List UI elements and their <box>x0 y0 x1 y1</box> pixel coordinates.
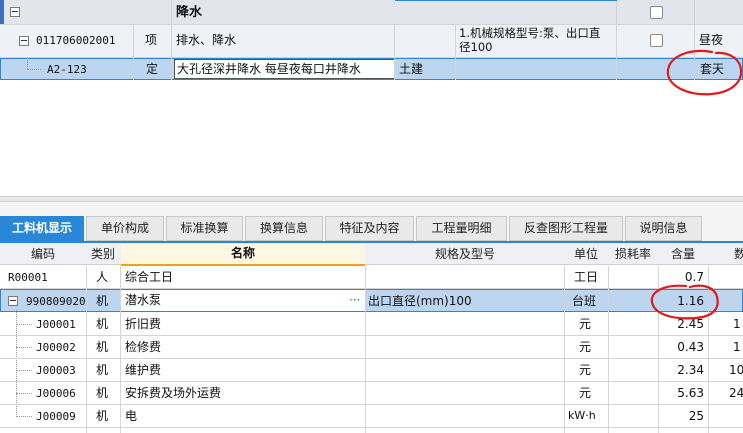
annotation-circle-content <box>650 284 719 320</box>
annotation-overlay <box>650 49 743 320</box>
annotation-circle-unit <box>666 49 743 96</box>
